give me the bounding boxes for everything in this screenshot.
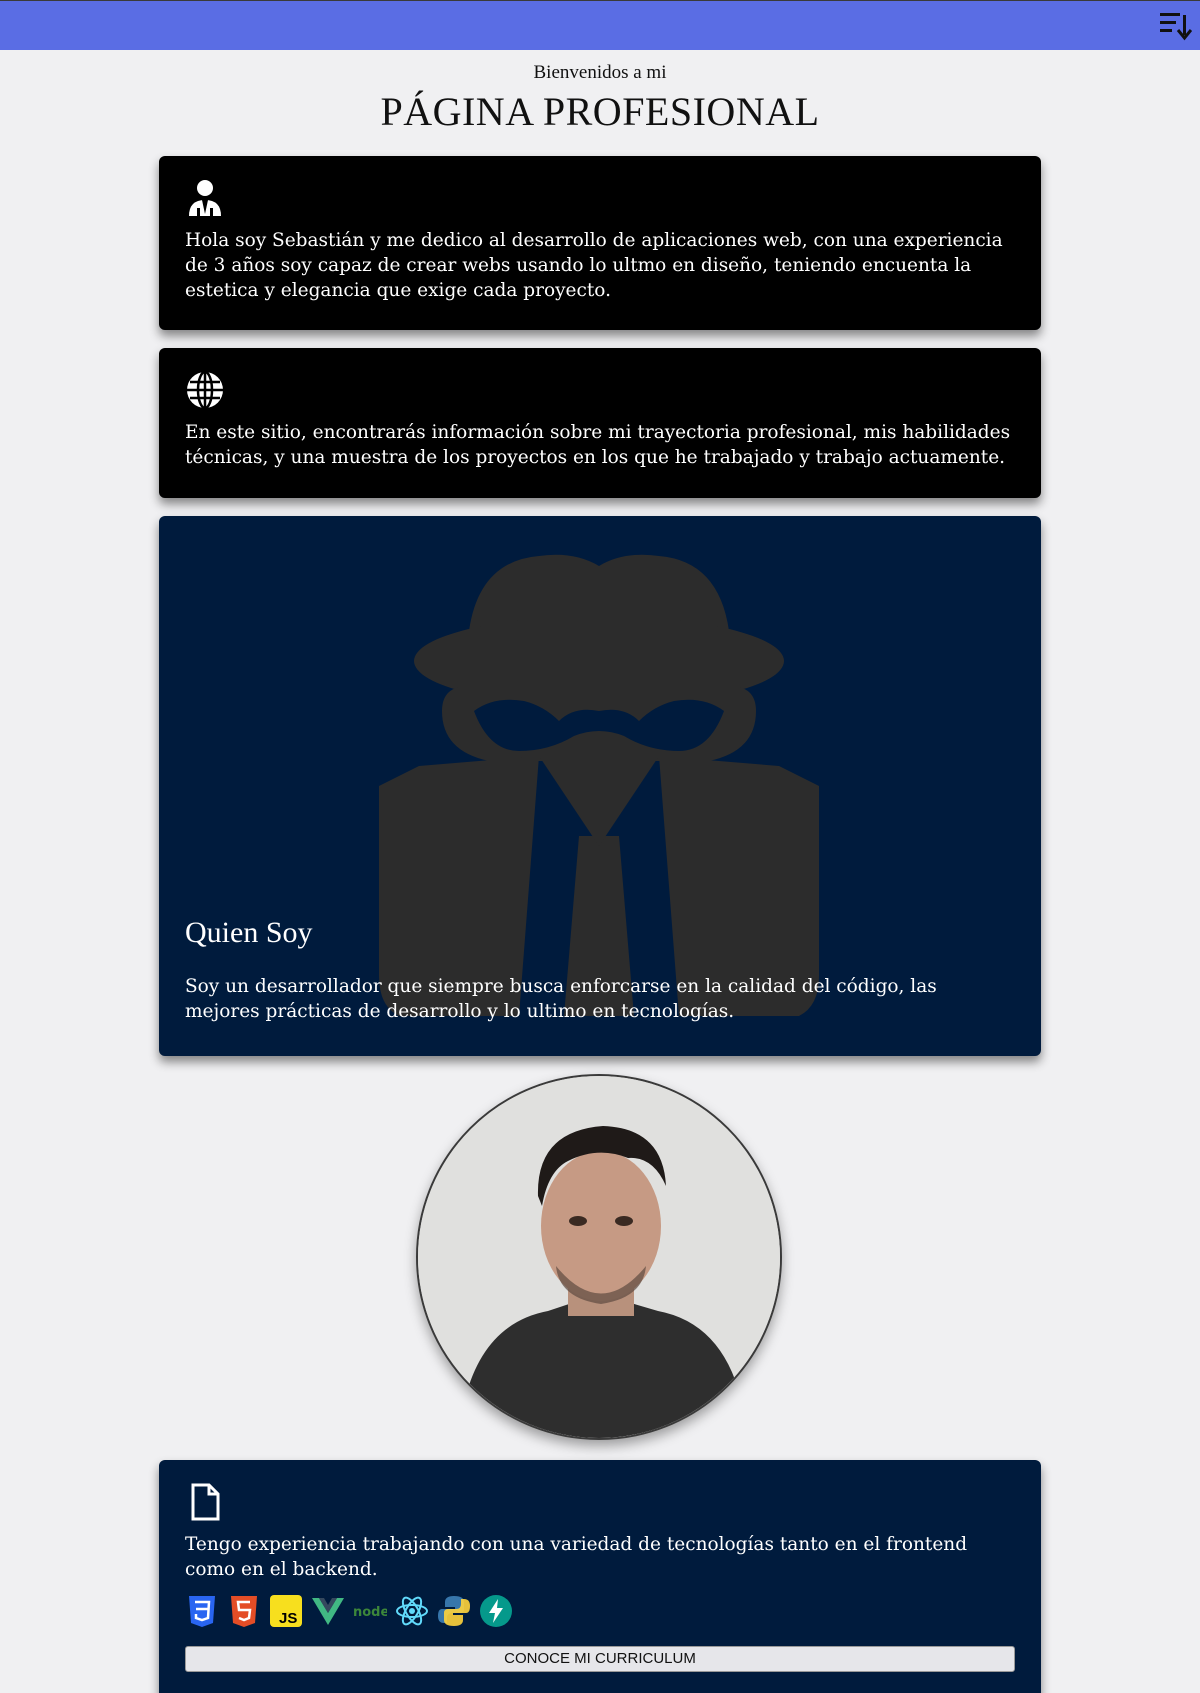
about-text: Soy un desarrollador que siempre busca e… xyxy=(185,976,937,1022)
tech-card: Tengo experiencia trabajando con una var… xyxy=(159,1460,1041,1693)
top-nav-bar xyxy=(0,0,1200,50)
react-icon xyxy=(395,1594,429,1628)
tech-text: Tengo experiencia trabajando con una var… xyxy=(185,1534,968,1580)
about-content: Quien Soy Soy un desarrollador que siemp… xyxy=(185,916,1015,1024)
fastapi-icon xyxy=(479,1594,513,1628)
javascript-icon: JS xyxy=(269,1594,303,1628)
profile-photo xyxy=(416,1074,782,1440)
tech-logos: JS node xyxy=(185,1594,1015,1628)
about-card: Quien Soy Soy un desarrollador que siemp… xyxy=(159,516,1041,1056)
welcome-text: Bienvenidos a mi xyxy=(533,62,667,83)
vue-icon xyxy=(311,1594,345,1628)
site-info-text: En este sitio, encontrarás información s… xyxy=(185,422,1011,468)
svg-text:node: node xyxy=(353,1605,387,1620)
html5-icon xyxy=(227,1594,261,1628)
site-info-card: En este sitio, encontrarás información s… xyxy=(159,348,1041,498)
intro-card: Hola soy Sebastián y me dedico al desarr… xyxy=(159,156,1041,330)
intro-text: Hola soy Sebastián y me dedico al desarr… xyxy=(185,230,1003,301)
node-icon: node xyxy=(353,1594,389,1628)
about-title: Quien Soy xyxy=(185,916,313,949)
python-icon xyxy=(437,1594,471,1628)
curriculum-button[interactable]: CONOCE MI CURRICULUM xyxy=(185,1646,1015,1672)
globe-icon xyxy=(187,370,223,410)
svg-text:JS: JS xyxy=(279,1610,297,1627)
businessman-icon xyxy=(189,180,221,216)
document-icon xyxy=(191,1483,220,1521)
css3-icon xyxy=(185,1594,219,1628)
profile-photo-image xyxy=(418,1076,780,1438)
page-header: Bienvenidos a mi PÁGINA PROFESIONAL xyxy=(0,62,1200,135)
sort-menu-icon[interactable] xyxy=(1158,9,1192,41)
page-title: PÁGINA PROFESIONAL xyxy=(380,89,820,134)
